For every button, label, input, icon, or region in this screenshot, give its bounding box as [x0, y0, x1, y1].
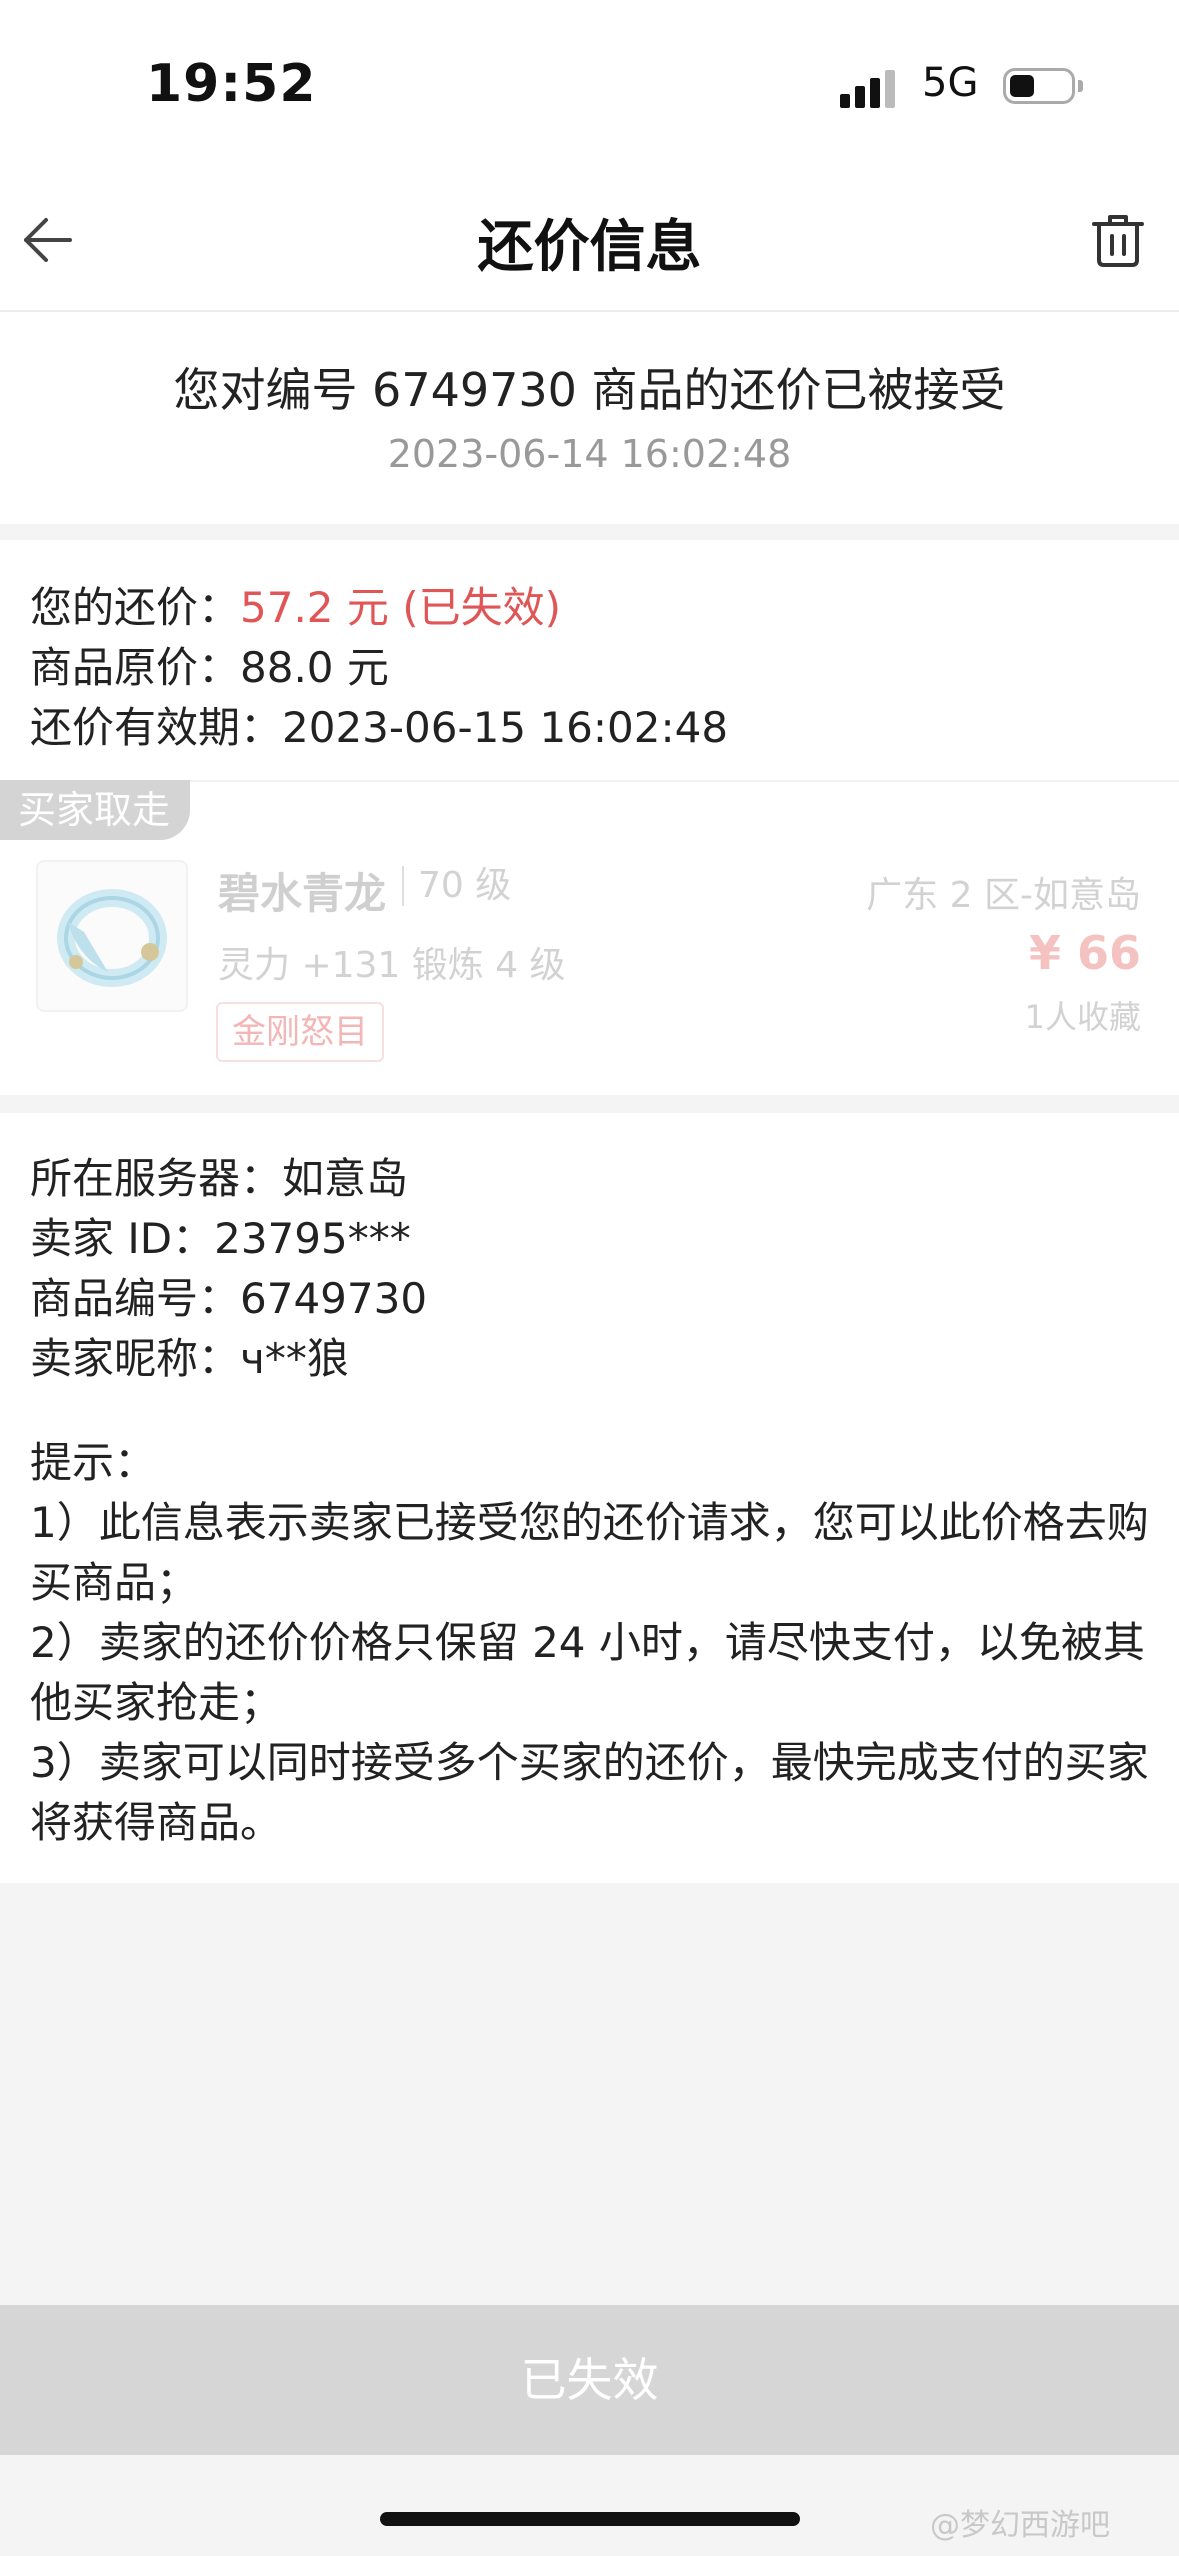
expired-button[interactable]: 已失效	[0, 2305, 1179, 2455]
your-offer-label: 您的还价：	[30, 583, 241, 632]
offer-header: 您对编号 6749730 商品的还价已被接受 2023-06-14 16:02:…	[0, 312, 1179, 524]
item-price: ¥ 66	[1028, 926, 1141, 980]
offer-accepted-message: 您对编号 6749730 商品的还价已被接受	[173, 363, 1006, 417]
tip-item: 2）卖家的还价价格只保留 24 小时，请尽快支付，以免被其他买家抢走；	[30, 1618, 1145, 1727]
original-price-value: 88.0 元	[240, 643, 389, 692]
valid-until-row: 还价有效期：2023-06-15 16:02:48	[30, 694, 728, 755]
seller-nick-label: 卖家昵称：	[30, 1334, 241, 1383]
product-id-value: 6749730	[240, 1274, 428, 1323]
seller-nick-row: 卖家昵称：ч**狼	[30, 1325, 349, 1386]
page-title: 还价信息	[477, 215, 702, 280]
status-bar: 19:52 5G	[0, 0, 1179, 170]
item-attributes: 灵力 +131 锻炼 4 级	[218, 945, 566, 986]
seller-id-value: 23795***	[214, 1214, 411, 1263]
seller-id-label: 卖家 ID：	[30, 1214, 215, 1263]
skill-tag: 金刚怒目	[216, 1002, 384, 1062]
original-price-row: 商品原价：88.0 元	[30, 634, 389, 695]
network-label: 5G	[922, 60, 979, 106]
trash-icon	[1092, 215, 1144, 267]
nav-bar: 还价信息	[0, 170, 1179, 312]
tips-title: 提示：	[30, 1438, 157, 1487]
home-indicator[interactable]	[380, 2512, 800, 2526]
seller-nick-value: ч**狼	[240, 1334, 349, 1383]
server-label: 所在服务器：	[30, 1154, 283, 1203]
product-id-label: 商品编号：	[30, 1274, 241, 1323]
your-offer-row: 您的还价：57.2 元 (已失效)	[30, 574, 561, 635]
details-section: 所在服务器：如意岛 卖家 ID：23795*** 商品编号：6749730 卖家…	[0, 1113, 1179, 1883]
signal-icon	[840, 68, 900, 108]
item-server: 广东 2 区-如意岛	[866, 875, 1141, 916]
battery-icon	[1003, 68, 1083, 104]
item-level: 70 级	[402, 866, 511, 906]
original-price-label: 商品原价：	[30, 643, 241, 692]
your-offer-value: 57.2 元 (已失效)	[240, 583, 562, 632]
seller-id-row: 卖家 ID：23795***	[30, 1205, 411, 1266]
item-name: 碧水青龙	[218, 869, 387, 918]
tip-item: 3）卖家可以同时接受多个买家的还价，最快完成支付的买家将获得商品。	[30, 1738, 1149, 1847]
watermark: @梦幻西游吧	[930, 2508, 1110, 2543]
favorites-count: 1人收藏	[1024, 998, 1141, 1036]
product-thumbnail	[36, 860, 188, 1012]
server-value: 如意岛	[282, 1154, 409, 1203]
server-row: 所在服务器：如意岛	[30, 1145, 408, 1206]
tip-item: 1）此信息表示卖家已接受您的还价请求，您可以此价格去购买商品；	[30, 1498, 1149, 1607]
buyer-taken-tag: 买家取走	[0, 780, 191, 840]
delete-button[interactable]	[1088, 210, 1148, 270]
ring-icon	[57, 889, 167, 987]
valid-until-label: 还价有效期：	[30, 703, 283, 752]
offer-section: 您的还价：57.2 元 (已失效) 商品原价：88.0 元 还价有效期：2023…	[0, 540, 1179, 1095]
product-id-row: 商品编号：6749730	[30, 1265, 427, 1326]
valid-until-value: 2023-06-15 16:02:48	[282, 703, 729, 752]
message-timestamp: 2023-06-14 16:02:48	[387, 432, 792, 476]
status-time: 19:52	[146, 54, 317, 114]
